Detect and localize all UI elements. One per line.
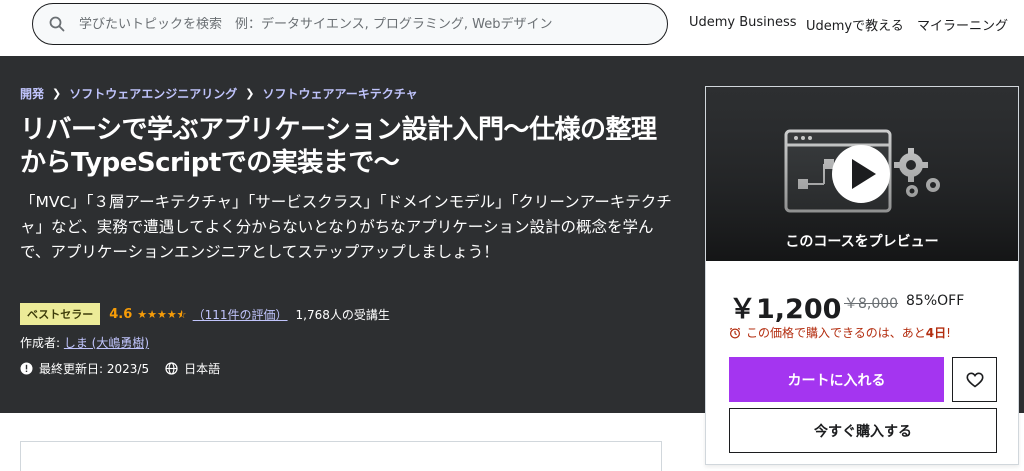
author-link[interactable]: しま (大嶋勇樹) bbox=[64, 336, 149, 350]
course-stats: ベストセラー 4.6 ★★★★☆★ （111件の評価） 1,768人の受講生 bbox=[20, 303, 390, 325]
search-input[interactable] bbox=[79, 16, 639, 32]
search-bar[interactable] bbox=[32, 3, 668, 45]
search-icon[interactable] bbox=[49, 16, 65, 32]
bestseller-badge: ベストセラー bbox=[20, 303, 101, 325]
star-icon: ★ bbox=[147, 307, 158, 321]
breadcrumb-item-software-architecture[interactable]: ソフトウェアアーキテクチャ bbox=[262, 85, 417, 102]
timer-days: 4日 bbox=[925, 326, 947, 340]
course-description: 「MVC」「３層アーキテクチャ」「サービスクラス」「ドメインモデル」「クリーンア… bbox=[20, 193, 672, 261]
chevron-right-icon: ❯ bbox=[245, 87, 255, 100]
top-header: Udemy Business Udemyで教える マイラーニング bbox=[0, 0, 1024, 56]
timer-suffix: ! bbox=[946, 325, 951, 340]
nav-udemy-business[interactable]: Udemy Business bbox=[689, 15, 797, 30]
wishlist-button[interactable] bbox=[952, 357, 997, 402]
purchase-card: このコースをプレビュー ￥1,200 ￥8,000 85%OFF この価格で購入… bbox=[705, 86, 1019, 465]
timer-text: この価格で購入できるのは、あと bbox=[746, 326, 926, 340]
nav-my-learning[interactable]: マイラーニング bbox=[917, 15, 1008, 34]
breadcrumb-item-development[interactable]: 開発 bbox=[20, 85, 44, 102]
student-count: 1,768人の受講生 bbox=[295, 307, 390, 322]
course-language: 日本語 bbox=[184, 362, 221, 376]
course-info-line: 最終更新日: 2023/5 日本語 bbox=[20, 360, 220, 377]
course-title: リバーシで学ぶアプリケーション設計入門〜仕様の整理からTypeScriptでの実… bbox=[20, 115, 657, 178]
nav-teach-on-udemy[interactable]: Udemyで教える bbox=[806, 15, 904, 34]
star-icon: ★ bbox=[157, 307, 167, 321]
breadcrumb-item-software-engineering[interactable]: ソフトウェアエンジニアリング bbox=[69, 85, 237, 102]
rating-value: 4.6 bbox=[109, 306, 133, 322]
sale-timer: この価格で購入できるのは、あと 4日! bbox=[729, 324, 951, 341]
discount-percent: 85%OFF bbox=[906, 293, 965, 309]
buy-now-button[interactable]: 今すぐ購入する bbox=[729, 408, 997, 453]
globe-icon bbox=[165, 362, 178, 375]
preview-label[interactable]: このコースをプレビュー bbox=[706, 231, 1018, 251]
author-line: 作成者: しま (大嶋勇樹) bbox=[20, 334, 149, 351]
alarm-clock-icon bbox=[729, 327, 741, 339]
last-updated: 最終更新日: 2023/5 bbox=[39, 362, 150, 376]
original-price: ￥8,000 bbox=[844, 296, 899, 312]
rating-stars: ★★★★☆★ bbox=[137, 308, 186, 321]
add-to-cart-button[interactable]: カートに入れる bbox=[729, 357, 944, 402]
star-icon: ★ bbox=[166, 307, 177, 321]
alert-badge-icon bbox=[20, 362, 33, 375]
play-icon bbox=[832, 145, 890, 203]
author-label: 作成者: bbox=[20, 336, 64, 350]
course-preview[interactable]: このコースをプレビュー bbox=[706, 87, 1018, 261]
current-price: ￥1,200 bbox=[729, 294, 842, 325]
content-box bbox=[20, 441, 662, 471]
breadcrumb: 開発 ❯ ソフトウェアエンジニアリング ❯ ソフトウェアアーキテクチャ bbox=[20, 85, 418, 102]
heart-icon bbox=[965, 371, 984, 387]
star-icon: ★ bbox=[137, 307, 148, 321]
half-star-icon: ☆★ bbox=[176, 307, 187, 321]
chevron-right-icon: ❯ bbox=[52, 87, 62, 100]
rating-count-link[interactable]: （111件の評価） bbox=[193, 306, 288, 323]
